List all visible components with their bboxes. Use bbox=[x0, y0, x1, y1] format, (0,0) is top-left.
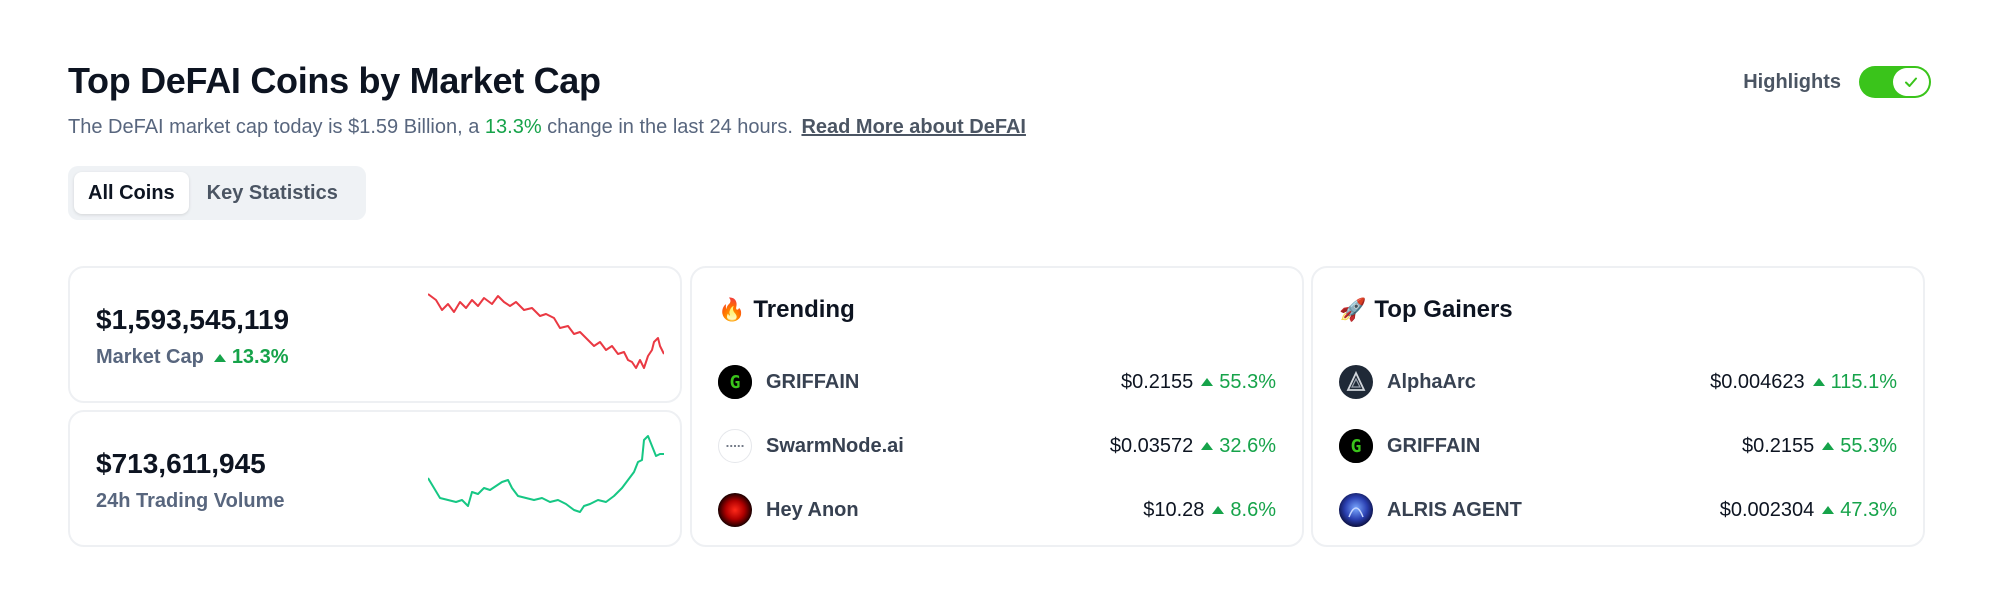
coin-change: 55.3% bbox=[1822, 435, 1897, 458]
market-cap-value: $1,593,545,119 bbox=[96, 304, 290, 335]
coin-change-value: 32.6% bbox=[1219, 434, 1276, 457]
coin-change-value: 8.6% bbox=[1230, 498, 1276, 521]
alphaarc-icon bbox=[1339, 365, 1373, 399]
coin-change-value: 115.1% bbox=[1830, 370, 1897, 393]
svg-text:G: G bbox=[1351, 436, 1362, 457]
list-item[interactable]: SwarmNode.ai $0.03572 32.6% bbox=[718, 414, 1276, 478]
page-title: Top DeFAI Coins by Market Cap bbox=[68, 60, 601, 101]
caret-up-icon bbox=[1822, 442, 1835, 450]
market-cap-change: 13.3% bbox=[213, 346, 289, 369]
coin-name: SwarmNode.ai bbox=[766, 434, 904, 457]
tab-all-coins[interactable]: All Coins bbox=[74, 172, 189, 214]
coin-price: $0.004623 bbox=[1710, 370, 1805, 393]
coin-price: $0.2155 bbox=[1120, 370, 1194, 393]
tab-key-statistics[interactable]: Key Statistics bbox=[193, 172, 352, 214]
market-cap-sparkline bbox=[428, 293, 664, 369]
toggle-knob bbox=[1893, 68, 1929, 96]
coin-price: $0.03572 bbox=[1109, 434, 1194, 457]
trending-title: 🔥 Trending bbox=[718, 296, 1276, 324]
caret-up-icon bbox=[1201, 442, 1214, 450]
summary-change: 13.3% bbox=[484, 116, 542, 138]
coin-name: AlphaArc bbox=[1387, 370, 1476, 393]
list-item[interactable]: G GRIFFAIN $0.2155 55.3% bbox=[1339, 414, 1897, 478]
volume-card: $713,611,945 24h Trading Volume bbox=[68, 410, 682, 547]
page-header: Top DeFAI Coins by Market Cap The DeFAI … bbox=[68, 60, 1026, 139]
market-cap-label-row: Market Cap 13.3% bbox=[96, 346, 289, 369]
trending-card: 🔥 Trending G GRIFFAIN $0.2155 55.3% Swar… bbox=[690, 266, 1304, 547]
summary-text: The DeFAI market cap today is $1.59 Bill… bbox=[68, 116, 480, 138]
market-cap-card: $1,593,545,119 Market Cap 13.3% bbox=[68, 266, 682, 403]
coin-name: ALRIS AGENT bbox=[1387, 498, 1522, 521]
coin-change-value: 47.3% bbox=[1840, 498, 1897, 521]
volume-line bbox=[428, 435, 664, 513]
coin-price: $10.28 bbox=[1143, 498, 1205, 521]
list-item[interactable]: Hey Anon $10.28 8.6% bbox=[718, 478, 1276, 542]
coin-change: 32.6% bbox=[1201, 435, 1276, 458]
caret-up-icon bbox=[1812, 378, 1825, 386]
alris-agent-icon bbox=[1339, 493, 1373, 527]
highlights-label: Highlights bbox=[1743, 70, 1841, 93]
swarmnode-icon bbox=[718, 429, 752, 463]
market-cap-change-value: 13.3% bbox=[231, 346, 289, 368]
coin-price: $0.002304 bbox=[1719, 498, 1815, 521]
list-item[interactable]: ALRIS AGENT $0.002304 47.3% bbox=[1339, 478, 1897, 542]
market-cap-label: Market Cap bbox=[96, 346, 204, 368]
list-item[interactable]: AlphaArc $0.004623 115.1% bbox=[1339, 350, 1897, 414]
coin-name: GRIFFAIN bbox=[1387, 434, 1481, 457]
highlights-toggle[interactable] bbox=[1859, 66, 1931, 98]
market-cap-line bbox=[428, 293, 664, 369]
volume-label: 24h Trading Volume bbox=[96, 490, 285, 512]
read-more-link[interactable]: Read More about DeFAI bbox=[801, 116, 1025, 138]
volume-label-row: 24h Trading Volume bbox=[96, 490, 285, 513]
coin-change-value: 55.3% bbox=[1219, 370, 1276, 393]
svg-text:G: G bbox=[730, 372, 741, 393]
top-gainers-card: 🚀 Top Gainers AlphaArc $0.004623 115.1% … bbox=[1311, 266, 1925, 547]
top-gainers-title: 🚀 Top Gainers bbox=[1339, 296, 1897, 324]
check-icon bbox=[1905, 77, 1917, 87]
fire-icon: 🔥 bbox=[718, 297, 746, 322]
coin-price: $0.2155 bbox=[1741, 434, 1815, 457]
top-gainers-title-text: Top Gainers bbox=[1374, 296, 1513, 323]
caret-up-icon bbox=[1201, 378, 1214, 386]
coin-change-value: 55.3% bbox=[1840, 434, 1897, 457]
highlights-control: Highlights bbox=[1743, 66, 1931, 98]
coin-change: 8.6% bbox=[1212, 499, 1276, 522]
caret-up-icon bbox=[1822, 506, 1835, 514]
volume-value: $713,611,945 bbox=[96, 448, 266, 479]
coin-name: GRIFFAIN bbox=[766, 370, 860, 393]
caret-up-icon bbox=[1212, 506, 1225, 514]
coin-change: 55.3% bbox=[1201, 371, 1276, 394]
coin-change: 115.1% bbox=[1812, 370, 1897, 394]
trending-title-text: Trending bbox=[753, 296, 855, 323]
list-item[interactable]: G GRIFFAIN $0.2155 55.3% bbox=[718, 350, 1276, 414]
coin-name: Hey Anon bbox=[766, 498, 859, 521]
view-tabs: All Coins Key Statistics bbox=[68, 166, 366, 220]
griffain-icon: G bbox=[718, 365, 752, 399]
griffain-icon: G bbox=[1339, 429, 1373, 463]
caret-up-icon bbox=[213, 353, 226, 362]
rocket-icon: 🚀 bbox=[1339, 297, 1367, 322]
market-summary: The DeFAI market cap today is $1.59 Bill… bbox=[68, 116, 1026, 139]
summary-suffix: change in the last 24 hours. bbox=[547, 116, 793, 138]
volume-sparkline bbox=[428, 435, 664, 513]
hey-anon-icon bbox=[718, 493, 752, 527]
coin-change: 47.3% bbox=[1822, 499, 1897, 522]
